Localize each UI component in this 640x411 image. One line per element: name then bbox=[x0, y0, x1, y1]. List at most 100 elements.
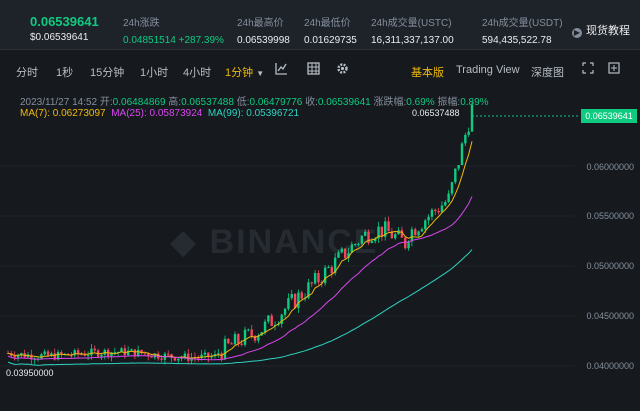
candle-body bbox=[43, 351, 46, 355]
candlestick-chart[interactable]: ◆ BINANCE 2023/11/27 14:52 开:0.06484869 … bbox=[0, 90, 640, 411]
candle-body bbox=[187, 353, 190, 361]
candle-body bbox=[240, 343, 243, 345]
candle-body bbox=[457, 165, 460, 169]
candle-body bbox=[267, 315, 270, 322]
candle-body bbox=[86, 355, 90, 357]
candle-body bbox=[317, 273, 320, 283]
last-price-usd: $0.06539641 bbox=[30, 32, 89, 43]
candle-body bbox=[460, 143, 464, 166]
indicator-icon[interactable] bbox=[275, 62, 288, 78]
interval-1h[interactable]: 1小时 bbox=[140, 64, 168, 80]
candle-body bbox=[434, 209, 437, 212]
last-price: 0.06539641 bbox=[30, 14, 99, 29]
candle-body bbox=[417, 231, 420, 236]
axis-label: 0.05500000 bbox=[586, 211, 634, 221]
candle-body bbox=[323, 267, 327, 284]
candle-body bbox=[40, 354, 43, 359]
ma-info: MA(7): 0.06273097 MA(25): 0.05873924 MA(… bbox=[20, 108, 299, 119]
settings-gear-icon[interactable] bbox=[336, 62, 349, 78]
candle-body bbox=[454, 168, 457, 183]
candle-body bbox=[227, 338, 230, 344]
ma99-line bbox=[7, 249, 473, 366]
axis-label: 0.06000000 bbox=[586, 162, 634, 172]
candle-body bbox=[46, 351, 50, 356]
stat-24h-change: 24h涨跌 0.04851514 +287.39% bbox=[123, 18, 224, 46]
candle-body bbox=[467, 131, 470, 135]
candle-body bbox=[160, 358, 163, 360]
candle-body bbox=[283, 308, 287, 315]
candle-body bbox=[357, 243, 360, 245]
candle-body bbox=[470, 105, 474, 132]
candle-body bbox=[337, 252, 340, 258]
candle-body bbox=[93, 348, 96, 351]
play-icon: ▶ bbox=[572, 28, 582, 38]
candle-body bbox=[427, 216, 430, 221]
candle-body bbox=[394, 234, 397, 239]
candle-body bbox=[300, 292, 303, 299]
candle-body bbox=[247, 329, 250, 331]
candle-body bbox=[363, 231, 367, 236]
candle-body bbox=[167, 353, 170, 355]
chart-canvas[interactable] bbox=[0, 90, 640, 411]
candle-body bbox=[100, 354, 103, 357]
candle-body bbox=[243, 329, 247, 345]
candle-body bbox=[263, 321, 267, 333]
interval-15m[interactable]: 15分钟 bbox=[90, 64, 124, 80]
candle-body bbox=[203, 352, 207, 355]
interval-timeline[interactable]: 分时 bbox=[16, 64, 38, 80]
candle-body bbox=[250, 329, 253, 336]
candle-body bbox=[387, 221, 390, 232]
candle-body bbox=[123, 348, 127, 356]
candle-body bbox=[73, 350, 76, 356]
candle-body bbox=[327, 267, 330, 269]
stat-24h-volume-usdt: 24h成交量(USDT) 594,435,522.78 bbox=[482, 18, 563, 46]
chart-toolbar: 分时 1秒 15分钟 1小时 4小时 1分钟 ▼ 基本版 Trading Vie… bbox=[0, 56, 640, 86]
candle-body bbox=[230, 343, 233, 345]
candle-body bbox=[447, 193, 450, 203]
candle-body bbox=[90, 348, 93, 356]
candle-body bbox=[13, 355, 16, 358]
candle-body bbox=[444, 202, 447, 206]
interval-4h[interactable]: 4小时 bbox=[183, 64, 211, 80]
current-price-tag: 0.06539641 bbox=[581, 109, 637, 123]
layout-grid-icon[interactable] bbox=[307, 62, 320, 78]
candle-body bbox=[130, 349, 133, 351]
ma25-label: MA(25): 0.05873924 bbox=[111, 108, 203, 119]
tab-basic[interactable]: 基本版 bbox=[411, 64, 444, 80]
candle-body bbox=[237, 334, 240, 344]
candle-body bbox=[414, 229, 417, 236]
fullscreen-icon[interactable] bbox=[608, 62, 620, 77]
expand-icon[interactable] bbox=[582, 62, 594, 77]
tab-tradingview[interactable]: Trading View bbox=[456, 64, 520, 76]
candle-body bbox=[297, 292, 300, 309]
chevron-down-icon: ▼ bbox=[256, 69, 265, 78]
ohlc-info: 2023/11/27 14:52 开:0.06484869 高:0.065374… bbox=[20, 97, 489, 108]
interval-1m[interactable]: 1分钟 ▼ bbox=[225, 64, 264, 80]
ma7-line bbox=[7, 141, 473, 359]
axis-label: 0.04500000 bbox=[586, 311, 634, 321]
candle-body bbox=[290, 294, 293, 299]
interval-1s[interactable]: 1秒 bbox=[56, 64, 73, 80]
candle-body bbox=[450, 182, 454, 194]
candle-body bbox=[330, 267, 333, 274]
spot-tutorial-link[interactable]: ▶ 现货教程 bbox=[572, 22, 630, 38]
ticker-header: 0.06539641 $0.06539641 24h涨跌 0.04851514 … bbox=[0, 0, 640, 50]
candle-body bbox=[270, 315, 273, 326]
ma99-label: MA(99): 0.05396721 bbox=[207, 108, 300, 119]
candle-body bbox=[143, 353, 147, 355]
stat-24h-low: 24h最低价 0.01629735 bbox=[304, 18, 357, 46]
candle-body bbox=[340, 248, 344, 253]
candle-body bbox=[310, 282, 313, 284]
candle-body bbox=[217, 353, 220, 355]
stat-24h-high: 24h最高价 0.06539998 bbox=[237, 18, 290, 46]
candle-body bbox=[177, 358, 180, 361]
low-annotation: 0.03950000 bbox=[4, 368, 56, 378]
axis-label: 0.04000000 bbox=[586, 361, 634, 371]
candle-body bbox=[370, 241, 374, 243]
candle-body bbox=[173, 357, 177, 361]
candle-body bbox=[353, 244, 357, 246]
candle-body bbox=[424, 220, 427, 230]
ma25-line bbox=[7, 196, 473, 361]
tab-depth-chart[interactable]: 深度图 bbox=[531, 64, 564, 80]
candle-body bbox=[410, 229, 414, 242]
